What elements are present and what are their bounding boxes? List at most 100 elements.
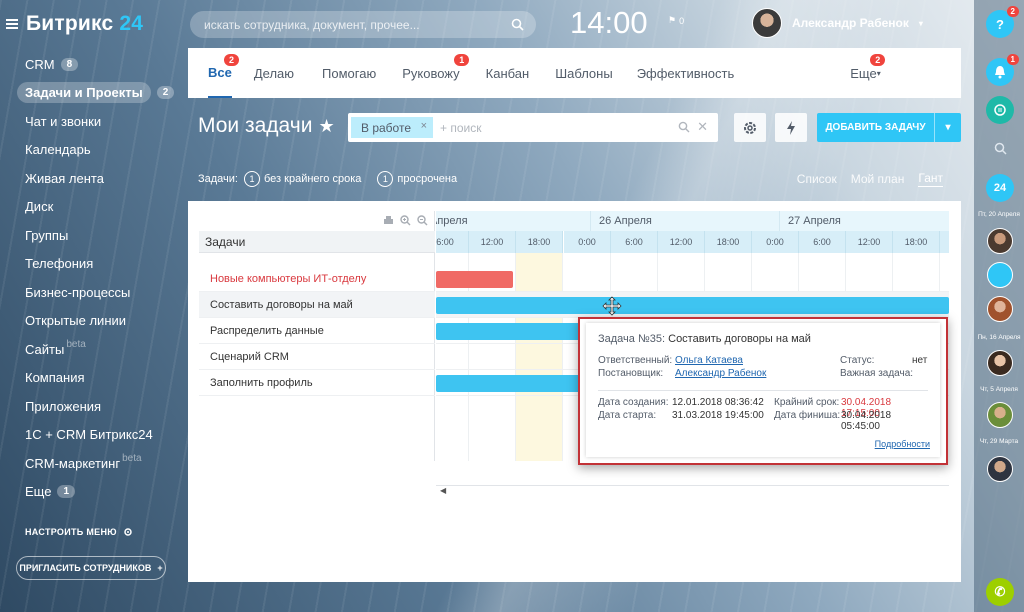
panel-search-button[interactable] [986, 134, 1014, 162]
gantt-task-bar[interactable] [436, 297, 949, 314]
tab[interactable]: Помогаю [322, 48, 376, 98]
tab[interactable]: Делаю [254, 48, 294, 98]
gantt-task-bar[interactable] [436, 375, 586, 392]
gantt-hour-header: 6:00 [799, 231, 846, 253]
sidebar-item[interactable]: Бизнес-процессы [16, 278, 184, 307]
sidebar-item[interactable]: Диск [16, 193, 184, 222]
main-area: Все 2 Делаю Помогаю Руковожу 1 Канбан Шаблоны Эф… [188, 48, 961, 582]
sidebar-item[interactable]: Открытые линии [16, 307, 184, 336]
stats-count[interactable]: 1 [377, 171, 394, 187]
popup-task-number: Задача №35: [598, 333, 666, 345]
move-cursor-icon [602, 296, 622, 316]
clock[interactable]: 14:00 [570, 5, 648, 41]
sidebar-item[interactable]: Компания [16, 364, 184, 393]
creator-link[interactable]: Александр Рабенок [675, 368, 766, 379]
gantt-scrollbar[interactable]: ◀ [436, 485, 949, 495]
help-icon: ? [996, 16, 1004, 32]
bell-icon [995, 66, 1005, 79]
invite-users-button[interactable]: ПРИГЛАСИТЬ СОТРУДНИКОВ + [16, 556, 166, 580]
logo[interactable]: Битрикс 24 [6, 12, 143, 36]
sidebar-item[interactable]: Задачи и Проекты 2 [16, 79, 184, 108]
view-list[interactable]: Список [797, 172, 837, 186]
tab[interactable]: Все 2 [208, 48, 240, 98]
print-icon[interactable] [383, 215, 394, 226]
tab[interactable]: Руковожу 1 [402, 48, 470, 98]
sidebar-item[interactable]: Группы [16, 221, 184, 250]
tab[interactable]: Канбан [486, 48, 530, 98]
stats-no-deadline[interactable]: без крайнего срока [264, 173, 361, 185]
global-search-input[interactable] [190, 11, 490, 38]
avatar[interactable] [987, 456, 1013, 482]
gantt-hour-header: 18:00 [516, 231, 563, 253]
avatar[interactable] [987, 296, 1013, 322]
stats-overdue[interactable]: просрочена [397, 173, 457, 185]
filter-chip[interactable]: В работе × [351, 117, 434, 138]
lightning-button[interactable] [775, 113, 807, 142]
chevron-down-icon[interactable]: ▾ [935, 122, 961, 133]
zoom-in-icon[interactable] [400, 215, 411, 226]
help-button[interactable]: ? 2 [986, 6, 1019, 38]
sidebar-item[interactable]: CRM 8 [16, 50, 184, 79]
sidebar-item[interactable]: Живая лента [16, 164, 184, 193]
avatar[interactable] [987, 228, 1013, 254]
view-gantt[interactable]: Гант [918, 171, 943, 187]
tab-badge: 2 [870, 54, 886, 66]
close-icon[interactable]: × [421, 120, 427, 132]
page-title-text: Мои задачи [198, 114, 313, 137]
sidebar-item-label: 1С + CRM Битрикс24 [25, 427, 153, 443]
configure-menu-button[interactable]: НАСТРОИТЬ МЕНЮ [25, 527, 133, 537]
stats-count[interactable]: 1 [244, 171, 260, 187]
global-search[interactable] [190, 11, 536, 38]
avatar[interactable] [987, 350, 1013, 376]
search-icon[interactable] [678, 121, 690, 133]
gantt-task-row[interactable]: Распределить данные [199, 318, 435, 344]
gantt-task-bar[interactable] [436, 271, 513, 288]
details-link[interactable]: Подробности [875, 439, 930, 449]
sidebar-item[interactable]: Сайты beta [16, 335, 184, 364]
filter-search-input[interactable] [440, 117, 660, 138]
tab-label: Помогаю [322, 65, 377, 81]
right-panel: ? 2 1 24 Пт, 20 Апреля Пн, 16 Апреля Чт,… [974, 0, 1024, 612]
gantt-task-row[interactable]: Заполнить профиль [199, 370, 435, 396]
tab[interactable]: Шаблоны [555, 48, 613, 98]
close-icon[interactable]: ✕ [697, 119, 708, 135]
gantt-task-row[interactable]: Сценарий CRM [199, 344, 435, 370]
sidebar-item-label: Чат и звонки [25, 113, 102, 129]
chevron-left-icon[interactable]: ◀ [440, 486, 446, 495]
sidebar-item-label: Календарь [25, 142, 91, 158]
sidebar-item[interactable]: Телефония [16, 250, 184, 279]
tab[interactable]: Эффективность [637, 48, 735, 98]
calendar-button[interactable]: 24 [986, 174, 1014, 202]
sidebar-item[interactable]: 1С + CRM Битрикс24 [16, 421, 184, 450]
add-task-button[interactable]: ДОБАВИТЬ ЗАДАЧУ ▾ [817, 113, 961, 142]
avatar [752, 8, 782, 38]
gantt-task-row[interactable]: Составить договоры на май [199, 292, 435, 318]
sidebar-item[interactable]: Календарь [16, 136, 184, 165]
lightning-icon [787, 120, 795, 135]
work-day-indicator[interactable]: ⚑ 0 [668, 15, 684, 26]
chat-button[interactable] [986, 96, 1014, 124]
phone-button[interactable]: ✆ [986, 578, 1014, 606]
sidebar-item[interactable]: CRM-маркетинг beta [16, 449, 184, 478]
settings-button[interactable] [734, 113, 766, 142]
view-plan[interactable]: Мой план [851, 172, 905, 186]
gantt-task-row[interactable]: Новые компьютеры ИТ-отделу [199, 266, 435, 292]
sidebar-item[interactable]: Приложения [16, 392, 184, 421]
filter-search[interactable]: В работе × ✕ [348, 113, 718, 142]
zoom-out-icon[interactable] [417, 215, 428, 226]
gantt-tasks-header: Задачи [199, 231, 435, 253]
gantt-task-bar[interactable] [436, 323, 586, 340]
sidebar-item[interactable]: Еще 1 [16, 478, 184, 507]
avatar[interactable] [987, 262, 1013, 288]
search-icon[interactable] [511, 18, 524, 31]
star-icon[interactable]: ★ [318, 116, 334, 137]
avatar[interactable] [987, 402, 1013, 428]
user-menu[interactable]: Александр Рабенок ▾ [752, 8, 923, 38]
start-value: 31.03.2018 19:45:00 [672, 410, 764, 421]
tab[interactable]: Еще ▾ 2 [850, 48, 886, 98]
finish-label: Дата финиша: [774, 410, 841, 421]
sidebar-item[interactable]: Чат и звонки [16, 107, 184, 136]
responsible-link[interactable]: Ольга Катаева [675, 355, 743, 366]
menu-burger-icon[interactable] [6, 19, 18, 29]
notifications-button[interactable]: 1 [986, 54, 1019, 86]
